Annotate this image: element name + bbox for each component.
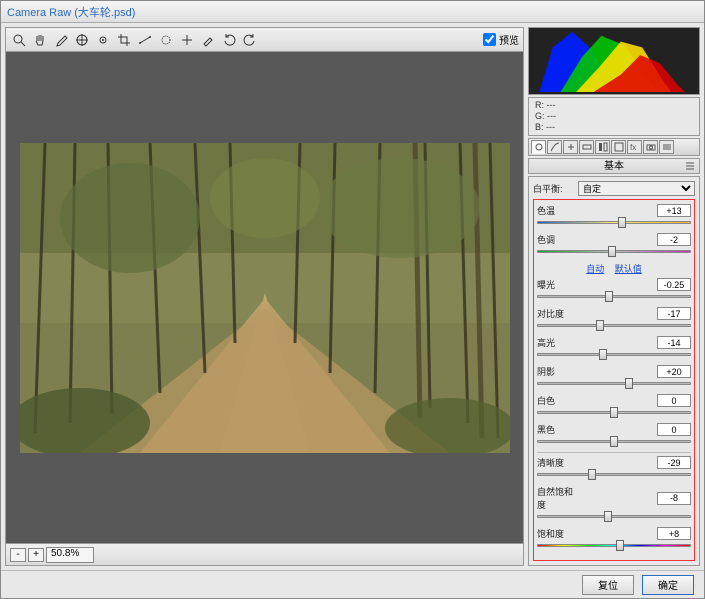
exposure-slider[interactable] [537,292,691,302]
spot-removal-icon[interactable] [157,31,175,49]
clarity-value[interactable] [657,456,691,469]
straighten-icon[interactable] [136,31,154,49]
blacks-value[interactable] [657,423,691,436]
rotate-ccw-icon[interactable] [220,31,238,49]
whites-slider[interactable] [537,408,691,418]
svg-text:fx: fx [630,143,636,152]
saturation-value[interactable] [657,527,691,540]
rgb-readout: R: --- G: --- B: --- [528,97,700,136]
temp-slider[interactable] [537,218,691,228]
tab-split[interactable] [595,140,610,154]
zoom-out-button[interactable]: - [10,548,26,562]
highlights-label: 高光 [537,336,579,349]
default-link[interactable]: 默认值 [615,264,642,274]
zoom-level-select[interactable]: 50.8% [46,547,94,563]
saturation-slider[interactable] [537,541,691,551]
shadows-label: 阴影 [537,365,579,378]
wb-label: 白平衡: [533,182,575,195]
vibrance-slider[interactable] [537,512,691,522]
blacks-label: 黑色 [537,423,579,436]
tab-camera[interactable] [643,140,658,154]
hand-tool-icon[interactable] [31,31,49,49]
zoom-bar: - + 50.8% [6,543,523,565]
vibrance-label: 自然饱和度 [537,485,579,511]
tint-label: 色调 [537,233,579,246]
temp-label: 色温 [537,204,579,217]
panel-tabs: fx [528,138,700,156]
wb-select[interactable]: 自定 [578,181,695,196]
panel-menu-icon[interactable] [685,161,695,171]
zoom-tool-icon[interactable] [10,31,28,49]
crop-icon[interactable] [115,31,133,49]
contrast-value[interactable] [657,307,691,320]
saturation-label: 饱和度 [537,527,579,540]
rotate-cw-icon[interactable] [241,31,259,49]
clarity-label: 清晰度 [537,456,579,469]
clarity-slider[interactable] [537,470,691,480]
preview-area[interactable] [6,52,523,543]
panel-title: 基本 [528,158,700,174]
tab-curve[interactable] [547,140,562,154]
toolbar: 预览 [6,28,523,52]
temp-value[interactable] [657,204,691,217]
exposure-label: 曝光 [537,278,579,291]
shadows-slider[interactable] [537,379,691,389]
highlights-slider[interactable] [537,350,691,360]
tab-fx[interactable]: fx [627,140,642,154]
highlight-box: 色温 色调 自动 默认值 曝光 对比度 高光 阴影 [533,199,695,561]
tint-slider[interactable] [537,247,691,257]
targeted-adjust-icon[interactable] [94,31,112,49]
whites-value[interactable] [657,394,691,407]
tab-detail[interactable] [563,140,578,154]
tint-value[interactable] [657,233,691,246]
window-title: Camera Raw (大车轮.psd) [7,4,135,20]
exposure-value[interactable] [657,278,691,291]
tab-basic[interactable] [531,140,546,154]
contrast-label: 对比度 [537,307,579,320]
auto-link[interactable]: 自动 [586,264,604,274]
vibrance-value[interactable] [657,492,691,505]
basic-panel: 白平衡: 自定 色温 色调 自动 默认值 曝光 对比度 [528,176,700,566]
contrast-slider[interactable] [537,321,691,331]
ok-button[interactable]: 确定 [642,575,694,595]
adjustment-brush-icon[interactable] [199,31,217,49]
tab-lens[interactable] [611,140,626,154]
preview-label: 预览 [499,32,519,47]
reset-button[interactable]: 复位 [582,575,634,595]
footer: 复位 确定 [1,570,704,598]
shadows-value[interactable] [657,365,691,378]
color-sampler-icon[interactable] [73,31,91,49]
zoom-in-button[interactable]: + [28,548,44,562]
highlights-value[interactable] [657,336,691,349]
blacks-slider[interactable] [537,437,691,447]
preview-checkbox[interactable] [483,33,496,46]
titlebar: Camera Raw (大车轮.psd) [1,1,704,23]
tab-hsl[interactable] [579,140,594,154]
eyedropper-icon[interactable] [52,31,70,49]
left-pane: 预览 [5,27,524,566]
right-pane: R: --- G: --- B: --- fx 基本 [528,27,700,566]
photo-preview [20,143,510,453]
histogram[interactable] [528,27,700,95]
auto-default-links: 自动 默认值 [537,262,691,275]
redeye-icon[interactable] [178,31,196,49]
whites-label: 白色 [537,394,579,407]
tab-presets[interactable] [659,140,674,154]
